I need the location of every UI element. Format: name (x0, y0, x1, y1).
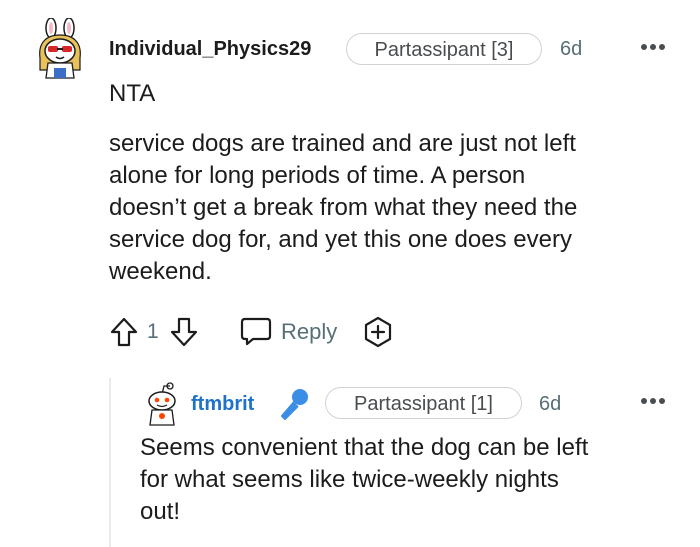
reply-label: Reply (281, 319, 338, 344)
username[interactable]: Individual_Physics29 (109, 36, 311, 62)
user-flair: Partassipant [3] (346, 33, 542, 65)
microphone-icon (281, 389, 308, 420)
vote-count: 1 (147, 320, 159, 343)
user-flair: Partassipant [1] (325, 387, 522, 419)
thread-line[interactable] (109, 378, 111, 547)
comment-verdict: NTA (109, 80, 156, 107)
comment-body: Seems convenient that the dog can be lef… (140, 434, 589, 525)
username[interactable]: ftmbrit (191, 391, 254, 417)
speech-bubble-icon (240, 317, 272, 346)
user-avatar-icon[interactable] (36, 18, 84, 80)
comment-age[interactable]: 6d (560, 36, 582, 62)
award-plus-icon[interactable] (361, 315, 395, 349)
user-avatar-icon[interactable] (143, 382, 181, 426)
comment-body: service dogs are trained and are just no… (109, 130, 578, 285)
more-options-icon[interactable] (640, 43, 666, 51)
reply-button[interactable]: Reply (239, 312, 339, 352)
comment-age[interactable]: 6d (539, 391, 561, 417)
more-options-icon[interactable] (640, 397, 666, 405)
downvote-arrow-icon[interactable] (169, 316, 199, 348)
upvote-arrow-icon[interactable] (109, 316, 139, 348)
